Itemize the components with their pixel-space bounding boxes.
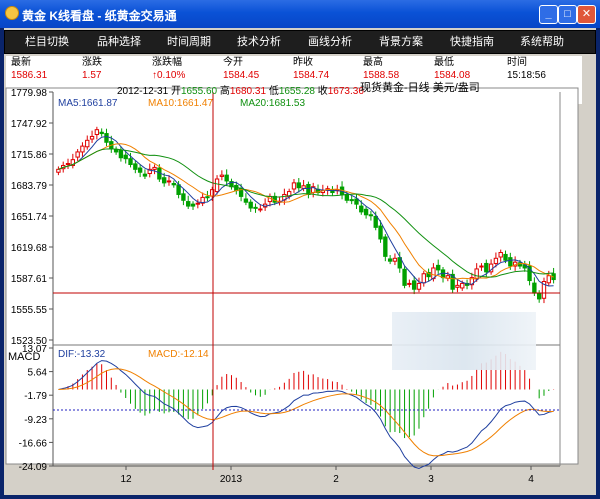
candle-body <box>296 182 301 189</box>
candle-body <box>474 268 479 280</box>
price-tick-label: 1619.68 <box>11 243 48 254</box>
ma10-label: MA10:1661.47 <box>148 98 214 109</box>
candle-body <box>123 154 128 160</box>
candle-body <box>171 183 176 186</box>
candle-body <box>85 139 90 148</box>
x-tick-label: 3 <box>428 474 434 485</box>
kline-chart[interactable]: 1779.98 1747.92 1715.86 1683.79 1651.74 1619.… <box>0 0 600 499</box>
candle-body <box>205 196 210 199</box>
candle-body <box>460 282 465 289</box>
candle-body <box>479 265 484 268</box>
candle-body <box>258 208 263 211</box>
candle-body <box>368 214 374 217</box>
candle-body <box>493 257 499 264</box>
candle-body <box>532 282 537 294</box>
candle-body <box>536 292 542 300</box>
x-tick-label: 12 <box>120 474 132 485</box>
candle-body <box>152 166 157 170</box>
macd-tick-label: -16.66 <box>19 438 48 449</box>
candle-body <box>354 198 359 205</box>
candle-body <box>118 149 124 159</box>
price-tick-label: 1715.86 <box>11 150 48 161</box>
candle-body <box>421 273 426 284</box>
candle-body <box>161 177 167 184</box>
candle-body <box>392 257 398 262</box>
candle-body <box>306 183 311 195</box>
candle-body <box>219 174 225 177</box>
candle-body <box>214 178 220 193</box>
candle-body <box>65 163 71 166</box>
candle-body <box>363 208 369 216</box>
candle-body <box>166 180 172 183</box>
candle-body <box>75 151 80 158</box>
candle <box>402 266 407 289</box>
candle-body <box>416 282 422 290</box>
candle-body <box>498 251 503 258</box>
candle-body <box>301 185 306 189</box>
candle-body <box>402 268 407 286</box>
candle-body <box>455 284 460 288</box>
candle-body <box>186 201 191 207</box>
candle-body <box>411 280 417 290</box>
candle-body <box>56 168 61 173</box>
candle-body <box>190 203 196 207</box>
candle-body <box>383 236 388 257</box>
chart-title: 现货黄金-日线 美元/盎司 <box>360 82 480 94</box>
candle-body <box>373 215 378 228</box>
candle-body <box>436 264 441 271</box>
candle-body <box>508 257 513 267</box>
price-tick-label: 1779.98 <box>11 88 48 99</box>
x-tick-label: 4 <box>528 474 534 485</box>
macd-tick-label: -1.79 <box>24 391 47 402</box>
candle-body <box>344 193 350 201</box>
macd-label: MACD <box>8 351 41 363</box>
dea-label: MACD:-12.14 <box>148 349 209 360</box>
crosshair-info: 2012-12-31 开1655.60 高1680.31 低1655.28 收1… <box>117 86 364 97</box>
candle-body <box>387 258 393 262</box>
macd-tick-label: -9.23 <box>24 415 47 426</box>
candle-body <box>99 131 104 135</box>
price-tick-label: 1555.55 <box>11 305 48 316</box>
candle-body <box>253 206 258 209</box>
candle-body <box>243 198 249 203</box>
candle-body <box>195 202 201 205</box>
candle-body <box>80 145 85 153</box>
price-tick-label: 1747.92 <box>11 119 48 130</box>
candle-body <box>94 129 100 136</box>
candle-body <box>142 173 148 177</box>
candle-body <box>503 253 508 261</box>
x-tick-label: 2013 <box>220 474 243 485</box>
price-tick-label: 1587.61 <box>11 274 48 285</box>
candle-body <box>291 182 297 190</box>
ma5-label: MA5:1661.87 <box>58 98 118 109</box>
blurred-overlay <box>392 312 536 370</box>
candle-body <box>181 193 186 201</box>
candle-body <box>484 262 489 273</box>
ma20-label: MA20:1681.53 <box>240 98 306 109</box>
macd-tick-label: -24.09 <box>19 462 48 473</box>
x-tick-label: 2 <box>333 474 339 485</box>
candle-body <box>378 225 383 240</box>
candle-body <box>133 163 138 170</box>
candle-body <box>248 201 253 209</box>
macd-tick-label: 5.64 <box>28 368 48 379</box>
price-tick-label: 1651.74 <box>11 212 48 223</box>
candle-body <box>349 199 354 202</box>
candle-body <box>407 282 412 285</box>
candle-body <box>176 184 181 195</box>
candle-body <box>128 158 133 166</box>
candle-body <box>104 133 109 143</box>
price-tick-label: 1683.79 <box>11 181 48 192</box>
candle-body <box>359 205 364 213</box>
candle-body <box>546 275 551 284</box>
dif-label: DIF:-13.32 <box>58 349 106 360</box>
candle-body <box>137 167 143 173</box>
candle-body <box>89 135 95 140</box>
candle-body <box>224 174 229 182</box>
